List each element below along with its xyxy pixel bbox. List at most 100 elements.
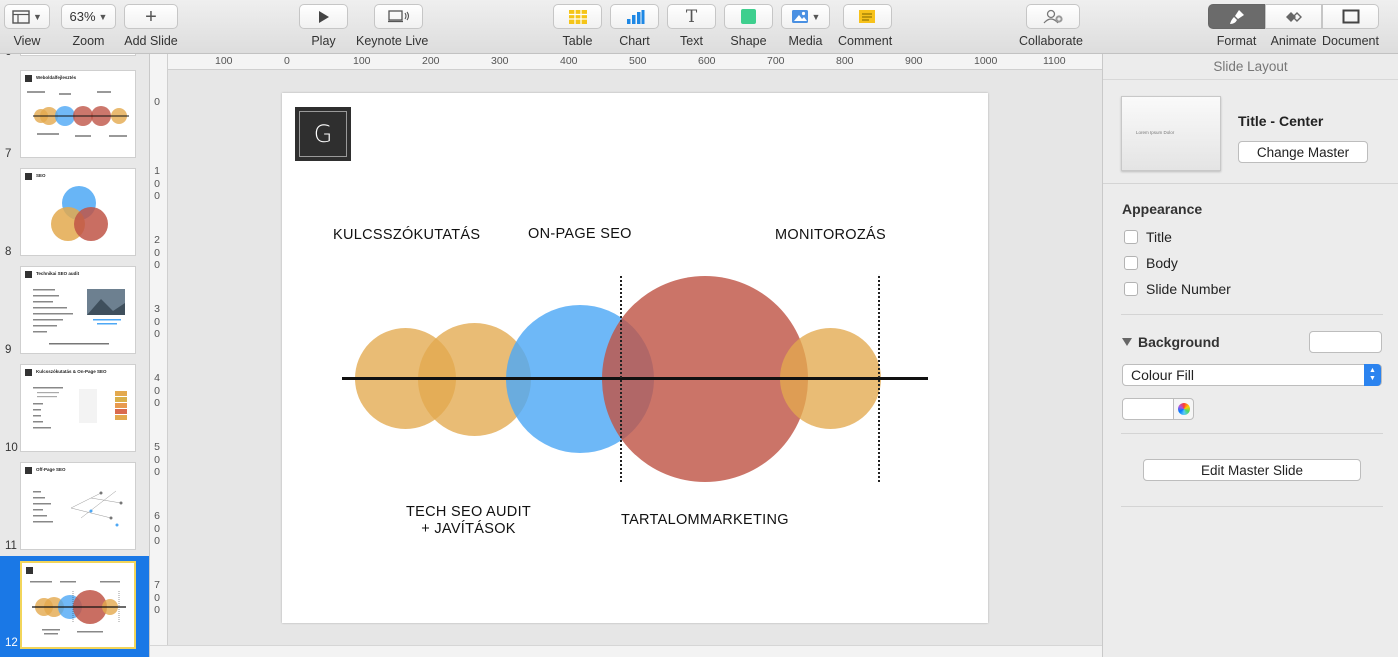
keynote-live-control[interactable]: Keynote Live <box>356 4 428 48</box>
title-checkbox[interactable] <box>1124 230 1138 244</box>
add-slide-label: Add Slide <box>124 34 178 48</box>
media-control[interactable]: ▼ Media <box>781 4 830 48</box>
thumbnail-image: Weboldalfejlesztés <box>20 70 136 158</box>
shape-label: Shape <box>730 34 767 48</box>
thumbnail-image <box>20 561 136 649</box>
title-checkbox-row[interactable]: Title <box>1124 229 1172 245</box>
timeline-line[interactable] <box>342 377 928 380</box>
sidebar-view-icon <box>12 9 30 24</box>
shape-control[interactable]: Shape <box>724 4 773 48</box>
color-picker-button[interactable] <box>1173 398 1194 420</box>
comment-button[interactable] <box>842 4 892 29</box>
media-button[interactable]: ▼ <box>781 4 830 29</box>
add-slide-button[interactable]: + <box>124 4 178 29</box>
dotted-divider-right[interactable] <box>878 276 880 482</box>
dotted-divider-left[interactable] <box>620 276 622 482</box>
label-kulcsszokutatas[interactable]: KULCSSZÓKUTATÁS <box>333 227 480 243</box>
collaborate-button[interactable] <box>1025 4 1080 29</box>
ruler-tick: 4 0 0 <box>154 372 160 409</box>
thumbnail-content <box>33 490 123 527</box>
label-tech-seo-audit[interactable]: TECH SEO AUDIT + JAVÍTÁSOK <box>406 504 531 538</box>
slide-thumbnail-10[interactable]: Kulcsszókutatás & On-Page SEO 10 <box>0 364 149 454</box>
table-control[interactable]: Table <box>553 4 602 48</box>
appearance-heading: Appearance <box>1122 201 1203 217</box>
slide-thumbnail-12[interactable]: 12 <box>0 556 149 657</box>
play-control[interactable]: Play <box>299 4 348 48</box>
ruler-tick: 1000 <box>974 55 998 67</box>
chart-label: Chart <box>619 34 650 48</box>
media-icon <box>791 10 808 23</box>
ruler-tick: 900 <box>905 55 923 67</box>
add-slide-control[interactable]: + Add Slide <box>124 4 178 48</box>
tab-animate[interactable]: Animate <box>1265 4 1322 48</box>
label-monitorozas[interactable]: MONITOROZÁS <box>775 227 886 243</box>
play-button[interactable] <box>299 4 348 29</box>
ruler-tick: 400 <box>560 55 578 67</box>
master-thumbnail-text: Lorem Ipsum Dolor <box>1136 130 1175 135</box>
text-control[interactable]: T Text <box>667 4 716 48</box>
tab-format[interactable]: Format <box>1208 4 1265 48</box>
change-master-button[interactable]: Change Master <box>1238 141 1368 163</box>
logo[interactable]: G <box>295 107 351 161</box>
comment-icon <box>859 10 876 23</box>
slide-navigator[interactable]: 6 Weboldalfejlesztés 7 SEO <box>0 54 150 657</box>
shape-button[interactable] <box>724 4 773 29</box>
fill-type-select[interactable]: Colour Fill ▲ ▼ <box>1122 364 1382 386</box>
zoom-control[interactable]: 63% ▼ Zoom <box>61 4 116 48</box>
ruler-tick: 600 <box>698 55 716 67</box>
zoom-label: Zoom <box>72 34 105 48</box>
zoom-select[interactable]: 63% ▼ <box>61 4 116 29</box>
layout-name: Title - Center <box>1238 113 1324 129</box>
chart-control[interactable]: Chart <box>610 4 659 48</box>
label-tartalommarketing[interactable]: TARTALOMMARKETING <box>621 512 789 528</box>
chevron-down-icon: ▼ <box>33 11 42 22</box>
collaborate-label: Collaborate <box>1019 34 1083 48</box>
thumbnail-image: Off-Page SEO <box>20 462 136 550</box>
background-heading: Background <box>1138 334 1220 350</box>
slide-number: 10 <box>5 442 18 454</box>
ruler-tick: 500 <box>629 55 647 67</box>
thumbnail-venn <box>51 186 108 241</box>
slide-thumbnail-8[interactable]: SEO 8 <box>0 168 149 258</box>
body-checkbox-row[interactable]: Body <box>1124 255 1178 271</box>
slide[interactable]: G KULCSSZÓKUTATÁS ON-PAGE SEO MONITOROZÁ… <box>282 93 988 623</box>
slide-thumbnail-7[interactable]: Weboldalfejlesztés 7 <box>0 70 149 160</box>
master-thumbnail[interactable]: Lorem Ipsum Dolor <box>1121 96 1221 171</box>
text-label: Text <box>680 34 703 48</box>
format-button[interactable] <box>1208 4 1265 29</box>
label-on-page-seo[interactable]: ON-PAGE SEO <box>528 226 632 242</box>
slide-thumbnail-9[interactable]: Technikai SEO audit 9 <box>0 266 149 356</box>
view-button[interactable]: ▼ <box>4 4 50 29</box>
thumbnail-image: Kulcsszókutatás & On-Page SEO <box>20 364 136 452</box>
edit-master-slide-button[interactable]: Edit Master Slide <box>1143 459 1361 481</box>
keynote-live-button[interactable] <box>374 4 424 29</box>
animate-label: Animate <box>1270 34 1317 48</box>
view-control[interactable]: ▼ View <box>4 4 50 48</box>
background-section-toggle[interactable]: Background <box>1122 334 1220 350</box>
body-checkbox[interactable] <box>1124 256 1138 270</box>
paintbrush-icon <box>1229 9 1244 24</box>
chart-button[interactable] <box>610 4 659 29</box>
thumbnail-image: Technikai SEO audit <box>20 266 136 354</box>
slide-number-checkbox-row[interactable]: Slide Number <box>1124 281 1231 297</box>
ruler-tick: 700 <box>767 55 785 67</box>
background-color-well[interactable] <box>1309 331 1382 353</box>
slide-thumbnail-6[interactable]: 6 <box>0 54 149 58</box>
body-checkbox-label: Body <box>1146 255 1178 271</box>
ruler-tick: 1100 <box>1043 55 1066 67</box>
collaborate-control[interactable]: Collaborate <box>1019 4 1083 48</box>
slide-number-checkbox[interactable] <box>1124 282 1138 296</box>
animate-button[interactable] <box>1265 4 1322 29</box>
table-button[interactable] <box>553 4 602 29</box>
comment-control[interactable]: Comment <box>838 4 892 48</box>
slide-thumbnail-11[interactable]: Off-Page SEO 11 <box>0 462 149 552</box>
document-button[interactable] <box>1322 4 1379 29</box>
tab-document[interactable]: Document <box>1322 4 1379 48</box>
text-button[interactable]: T <box>667 4 716 29</box>
ruler-tick: 0 <box>154 96 160 108</box>
thumbnail-content <box>33 289 125 345</box>
ruler-tick: 1 0 0 <box>154 165 160 202</box>
horizontal-scrollbar[interactable] <box>150 645 1102 657</box>
shape-icon <box>741 9 756 24</box>
plus-icon: + <box>145 5 157 28</box>
